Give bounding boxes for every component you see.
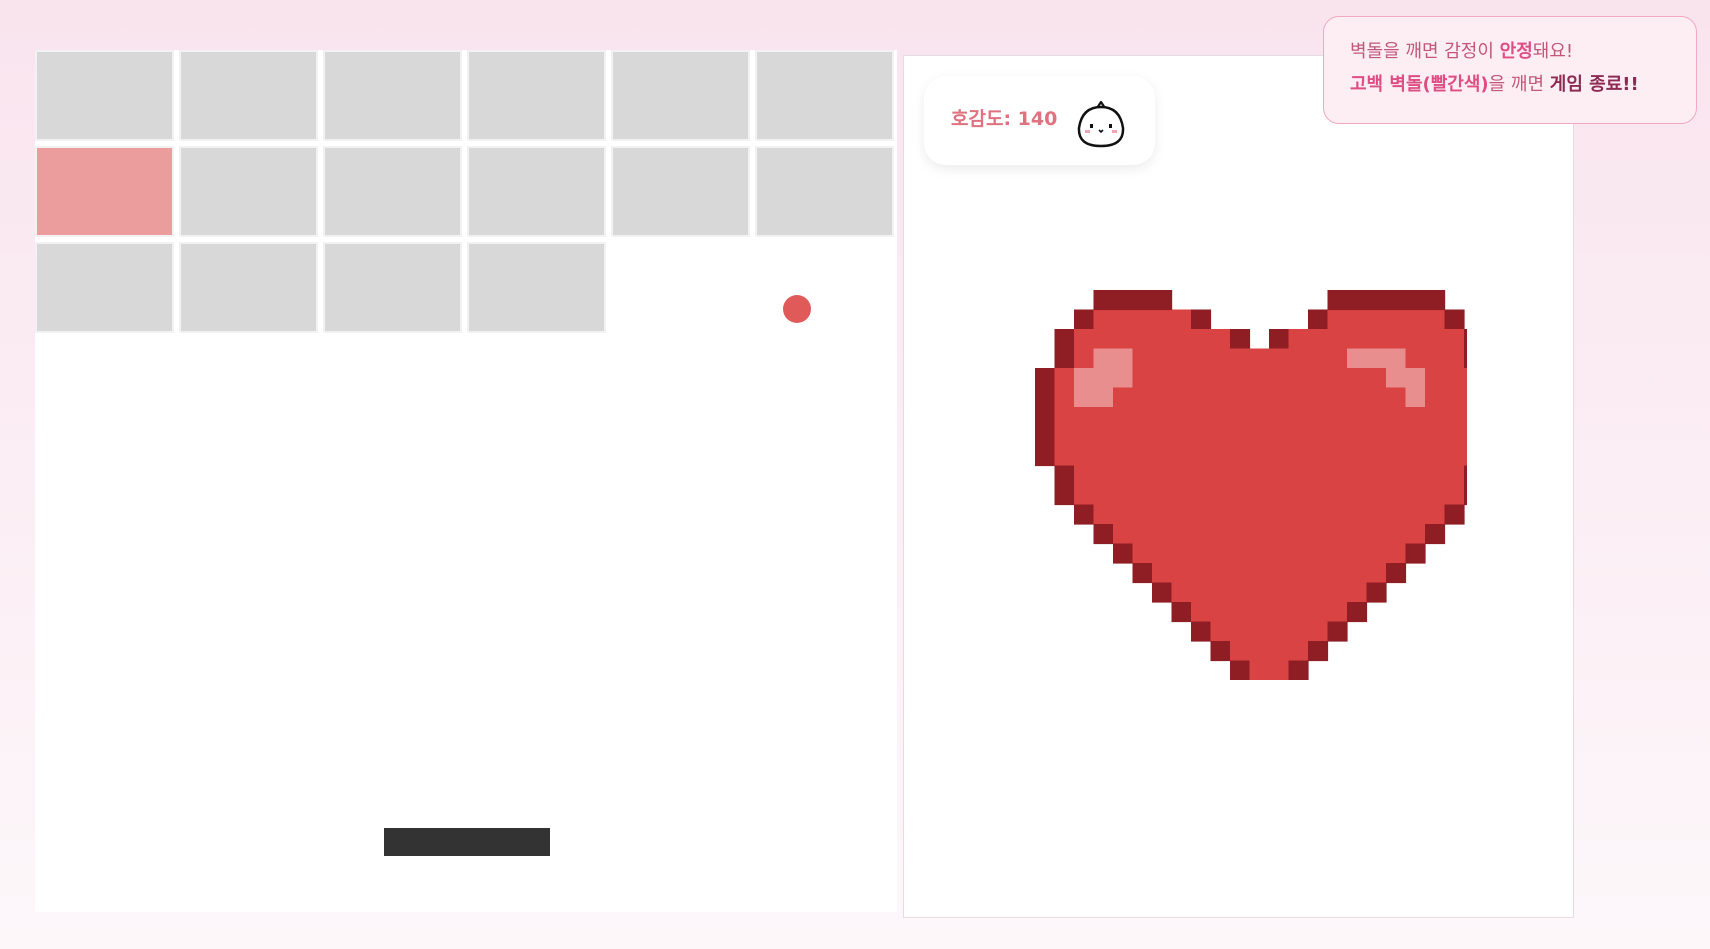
pixel-heart-icon xyxy=(1035,290,1467,680)
tip-highlight: 게임 종료!! xyxy=(1549,74,1639,95)
brick xyxy=(611,146,750,237)
brick xyxy=(611,50,750,141)
brick xyxy=(179,242,318,333)
brick xyxy=(467,242,606,333)
tip-text: 벽돌을 깨면 감정이 xyxy=(1350,41,1500,62)
ball xyxy=(783,295,811,323)
paddle[interactable] xyxy=(384,828,550,856)
brick xyxy=(467,146,606,237)
tip-line-2: 고백 벽돌(빨간색)을 깨면 게임 종료!! xyxy=(1350,76,1639,94)
affection-score-label: 호감도: 140 xyxy=(951,108,1058,130)
brick xyxy=(755,50,894,141)
bun-mascot-icon xyxy=(1077,100,1125,148)
brick xyxy=(35,242,174,333)
tip-text: 돼요! xyxy=(1532,41,1574,62)
brick xyxy=(323,146,462,237)
brick xyxy=(179,50,318,141)
brick xyxy=(755,146,894,237)
game-tip-box: 벽돌을 깨면 감정이 안정돼요! 고백 벽돌(빨간색)을 깨면 게임 종료!! xyxy=(1323,16,1697,124)
tip-highlight: 안정 xyxy=(1499,41,1533,62)
tip-line-1: 벽돌을 깨면 감정이 안정돼요! xyxy=(1350,43,1573,61)
brick xyxy=(179,146,318,237)
tip-highlight: 고백 벽돌(빨간색) xyxy=(1350,74,1489,95)
brick xyxy=(35,50,174,141)
affection-score-card: 호감도: 140 xyxy=(924,76,1155,165)
brick xyxy=(323,242,462,333)
brick xyxy=(323,50,462,141)
brick xyxy=(467,50,606,141)
confession-brick xyxy=(35,146,174,237)
game-board[interactable] xyxy=(35,50,897,912)
tip-text: 을 깨면 xyxy=(1488,74,1550,95)
